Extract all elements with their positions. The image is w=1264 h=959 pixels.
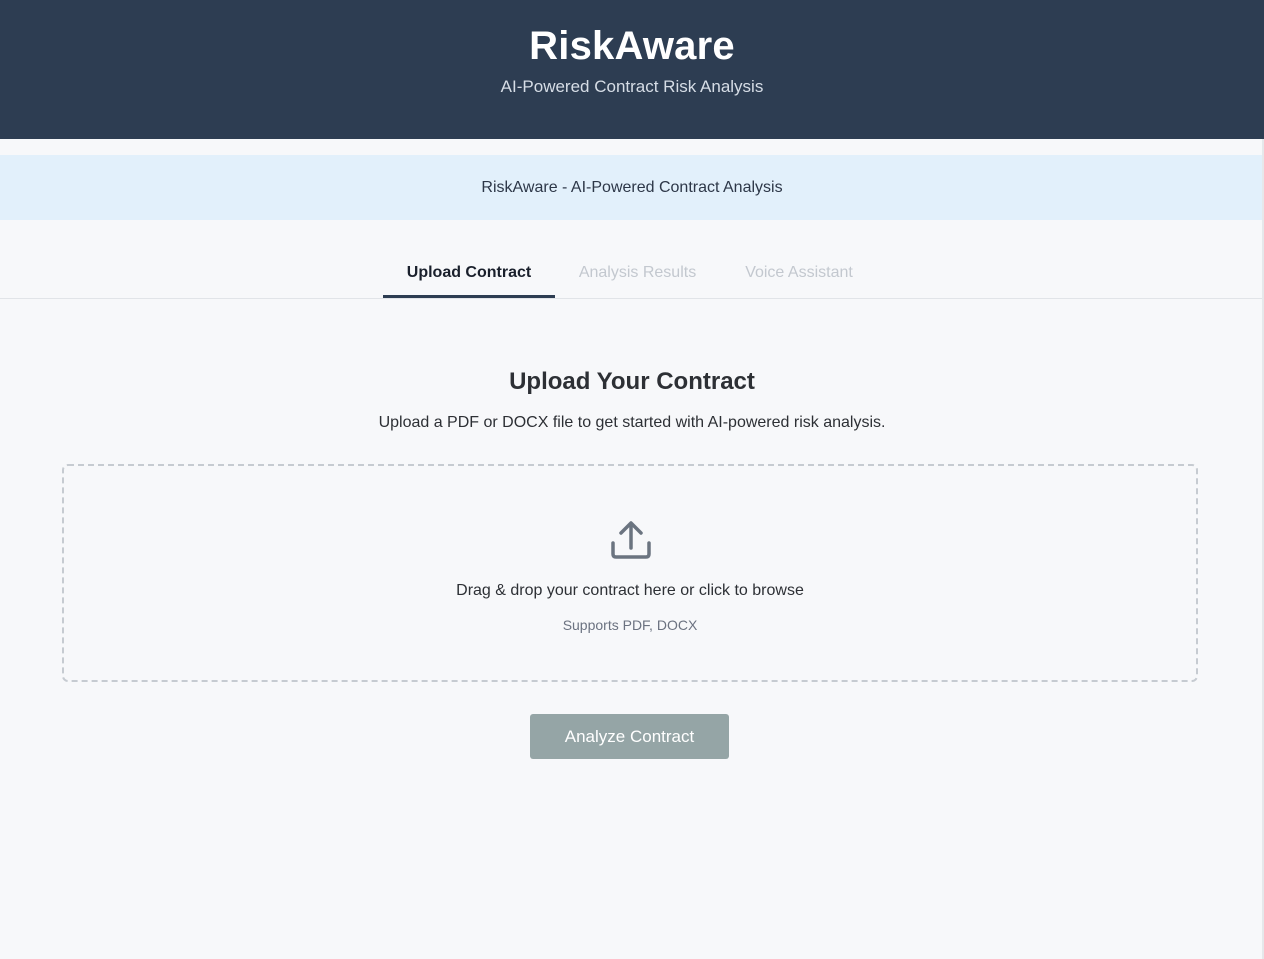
supported-formats-hint: Supports PDF, DOCX	[562, 617, 698, 633]
tab-upload-contract[interactable]: Upload Contract	[383, 250, 555, 298]
analyze-contract-button[interactable]: Analyze Contract	[530, 714, 729, 759]
upload-section-title: Upload Your Contract	[509, 368, 755, 395]
tab-analysis-results[interactable]: Analysis Results	[565, 250, 710, 298]
dropzone-instructions: Drag & drop your contract here or click …	[456, 582, 804, 599]
info-banner: RiskAware - AI-Powered Contract Analysis	[0, 155, 1264, 220]
app-title: RiskAware	[529, 24, 735, 68]
file-dropzone[interactable]: Drag & drop your contract here or click …	[62, 464, 1198, 682]
tab-bar: Upload Contract Analysis Results Voice A…	[0, 250, 1264, 299]
app-header: RiskAware AI-Powered Contract Risk Analy…	[0, 0, 1264, 139]
app-subtitle: AI-Powered Contract Risk Analysis	[500, 77, 764, 96]
tab-voice-assistant[interactable]: Voice Assistant	[728, 250, 870, 298]
upload-section-description: Upload a PDF or DOCX file to get started…	[378, 414, 886, 431]
upload-icon	[611, 521, 651, 559]
